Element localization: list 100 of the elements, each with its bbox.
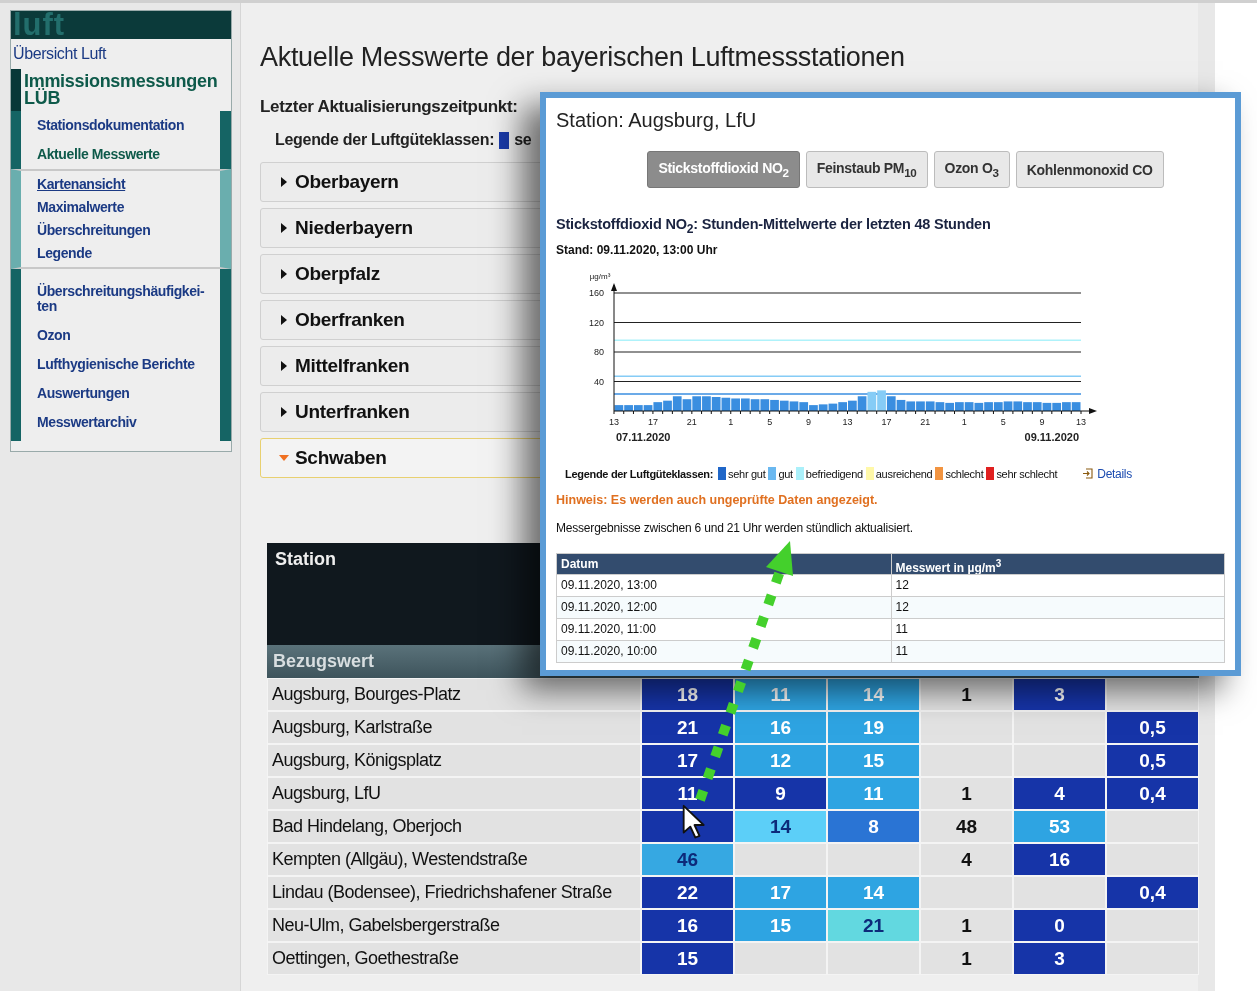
table-cell: 22	[641, 876, 734, 909]
date-label: 07.11.2020	[616, 430, 671, 443]
bar	[1071, 402, 1081, 411]
table-cell: 14	[827, 876, 920, 909]
update-label: Letzter Aktualisierungszeitpunkt:	[260, 97, 519, 117]
tick-label: 9	[1039, 416, 1045, 427]
table-cell-text: 09.11.2020, 10:00	[560, 642, 658, 660]
pollutant-tab[interactable]: Ozon O$_{3}$	[933, 151, 1010, 188]
pollutant-tab[interactable]: Kohlenmonoxid CO	[1015, 151, 1164, 188]
column-header: Station	[275, 549, 336, 569]
tick-label: 160	[588, 287, 604, 298]
nav-link[interactable]: Lufthygienische Berichte	[21, 350, 220, 379]
table-cell: 18	[641, 678, 734, 711]
nav-link[interactable]: Übersicht Luft	[11, 39, 231, 67]
caret-icon	[279, 453, 289, 463]
pollutant-tab[interactable]: Feinstaub PM$_{10}$	[805, 151, 928, 188]
nav-link[interactable]: Maximalwerte	[21, 196, 220, 219]
table-cell: 11	[641, 777, 734, 810]
bar	[857, 396, 867, 411]
table-cell: 8	[827, 810, 920, 843]
chart-heading: Stickstoffdioxid NO$_{2}$: Stunden-Mittelwerte der letzten 48 Stunden	[556, 216, 992, 236]
tick-label: 21	[686, 416, 697, 427]
table-cell: 0,5	[1106, 744, 1199, 777]
nav-link[interactable]: Überschreitungen	[21, 219, 220, 242]
caret-icon	[279, 315, 289, 325]
bar	[964, 402, 974, 411]
bar	[692, 396, 702, 411]
table-cell: 4	[920, 843, 1013, 876]
nav-link[interactable]: Stationsdokumentation	[21, 111, 220, 140]
dialog-title: Station: Augsburg, LfU	[556, 108, 758, 133]
bar	[672, 396, 682, 411]
tick-label: 5	[1000, 416, 1006, 427]
bar	[886, 396, 896, 411]
nav-link[interactable]: Aktuelle Messwerte	[21, 140, 220, 169]
nav-link[interactable]: Auswertungen	[21, 379, 220, 408]
bar	[945, 402, 954, 411]
legend-text: ausreichend	[875, 467, 933, 480]
table-cell: 14	[827, 678, 920, 711]
nav-link[interactable]: Messwertarchiv	[21, 408, 220, 437]
nav-link[interactable]: Ozon	[21, 321, 220, 350]
tick-label: 21	[920, 416, 931, 427]
table-cell: 0,5	[1106, 711, 1199, 744]
bar	[770, 399, 779, 411]
bar	[925, 401, 935, 411]
tick-label: 17	[647, 416, 658, 427]
bar	[838, 402, 847, 411]
tick-label: 1	[728, 416, 734, 427]
table-cell: 21	[827, 909, 920, 942]
caret-icon	[279, 407, 289, 417]
table-cell: 12	[890, 596, 1224, 618]
info-text: Messergebnisse zwischen 6 und 21 Uhr werden stündlich aktualisiert.	[556, 520, 914, 535]
bar	[760, 399, 770, 411]
table-cell: Kempten (Allgäu), Westendstraße	[267, 843, 641, 876]
table-cell: 11	[827, 777, 920, 810]
table-cell: 9	[734, 777, 827, 810]
tick-label: 40	[594, 376, 604, 387]
table-cell: Augsburg, LfU	[267, 777, 641, 810]
legend-label: Legende der Luftgüteklassen:	[275, 131, 495, 149]
table-cell: Augsburg, Königsplatz	[267, 744, 641, 777]
table-cell: 21	[641, 711, 734, 744]
bar	[741, 398, 750, 411]
table-cell: Augsburg, Karlstraße	[267, 711, 641, 744]
details-link[interactable]: Details	[1082, 466, 1132, 481]
bar	[1003, 401, 1013, 411]
table-cell: 1	[920, 678, 1013, 711]
bar	[663, 400, 672, 411]
table-cell: 1	[920, 777, 1013, 810]
nav-link[interactable]: Überschreitungshäufigkei-ten	[21, 277, 220, 321]
bar	[731, 398, 740, 411]
table-cell: Bad Hindelang, Oberjoch	[267, 810, 641, 843]
table-cell-text: 09.11.2020, 11:00	[560, 620, 657, 638]
table-cell: 3	[1013, 942, 1106, 975]
bar	[955, 402, 964, 411]
nav-link[interactable]: Legende	[21, 242, 220, 265]
export-icon	[1082, 468, 1094, 480]
tick-label: 17	[881, 416, 892, 427]
bar	[935, 402, 945, 411]
table-cell: Oettingen, Goethestraße	[267, 942, 641, 975]
bar	[1013, 401, 1023, 411]
bar	[1062, 402, 1071, 411]
bar	[702, 396, 711, 411]
bar	[848, 400, 857, 411]
timestamp: Stand: 09.11.2020, 13:00 Uhr	[556, 242, 719, 257]
tick-label: 9	[806, 416, 812, 427]
table-cell: 16	[1013, 843, 1106, 876]
tick-label: 13	[1076, 416, 1086, 427]
caret-icon	[279, 361, 289, 371]
legend-text: gut	[778, 467, 793, 480]
bar	[906, 401, 916, 411]
caret-icon	[279, 223, 289, 233]
table-cell: 19	[827, 711, 920, 744]
bar	[1032, 402, 1042, 411]
bar	[867, 391, 877, 411]
nav-link[interactable]: Kartenansicht	[21, 173, 220, 196]
table-cell: 11	[890, 640, 1224, 662]
table-cell: 11	[890, 618, 1224, 640]
table-cell: 17	[641, 744, 734, 777]
table-cell: 4	[1013, 777, 1106, 810]
column-header: Datum	[560, 555, 600, 573]
table-cell: 0,4	[1106, 777, 1199, 810]
